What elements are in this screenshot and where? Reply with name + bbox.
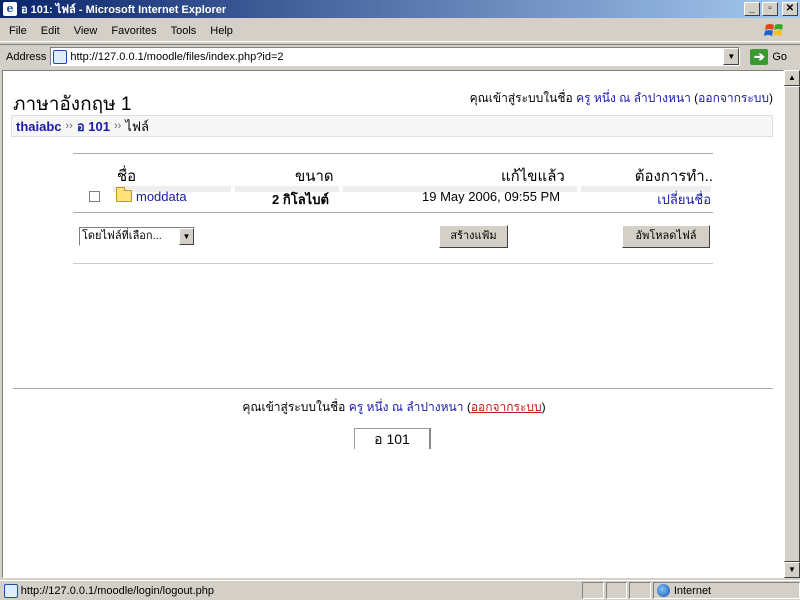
address-url[interactable]: http://127.0.0.1/moodle/files/index.php?…: [70, 51, 283, 63]
file-name-link[interactable]: moddata: [136, 189, 187, 204]
status-cell: [581, 582, 604, 599]
go-arrow-icon: ➔: [750, 48, 769, 65]
logout-link[interactable]: ออกจากระบบ: [471, 400, 542, 414]
menu-edit[interactable]: Edit: [34, 20, 67, 42]
user-link[interactable]: ครู หนึ่ง ณ ลำปางหนา: [349, 400, 464, 414]
paren-close: ): [769, 91, 773, 105]
window-title: อ 101: ไฟล์ - Microsoft Internet Explore…: [21, 4, 227, 16]
menu-tools[interactable]: Tools: [164, 20, 204, 42]
selected-files-select[interactable]: โดยไฟล์ที่เลือก... ▼: [79, 227, 195, 246]
row-checkbox[interactable]: [89, 191, 100, 202]
breadcrumb-course[interactable]: อ 101: [77, 116, 110, 137]
footer-divider: [13, 388, 773, 389]
breadcrumb-sep: ››: [113, 120, 122, 132]
status-text: http://127.0.0.1/moodle/login/logout.php: [20, 584, 215, 597]
chevron-down-icon[interactable]: ▼: [179, 228, 194, 245]
course-home-link[interactable]: อ 101: [354, 428, 431, 449]
breadcrumb: thaiabc ›› อ 101 ›› ไฟล์: [11, 115, 773, 137]
address-label: Address: [6, 50, 47, 63]
file-table: ชื่อ ขนาด แก้ไขแล้ว ต้องการทำ.. moddata …: [73, 153, 713, 264]
status-cell: [605, 582, 628, 599]
login-info-top: คุณเข้าสู่ระบบในชื่อ ครู หนึ่ง ณ ลำปางหน…: [470, 89, 773, 108]
table-row: moddata 2 กิโลไบต์ 19 May 2006, 09:55 PM…: [73, 182, 713, 210]
windows-logo-icon: [764, 24, 783, 36]
scroll-up-icon[interactable]: ▲: [784, 70, 800, 86]
address-bar: Address http://127.0.0.1/moodle/files/in…: [0, 44, 800, 68]
make-folder-button[interactable]: สร้างแฟ้ม: [439, 225, 508, 248]
breadcrumb-site[interactable]: thaiabc: [16, 119, 62, 134]
zone-label: Internet: [673, 584, 712, 597]
page-icon: [4, 583, 18, 598]
login-prefix: คุณเข้าสู่ระบบในชื่อ: [242, 400, 346, 414]
menu-view[interactable]: View: [67, 20, 105, 42]
globe-icon: [656, 584, 670, 597]
close-button[interactable]: ✕: [782, 2, 798, 16]
address-input[interactable]: http://127.0.0.1/moodle/files/index.php?…: [50, 47, 741, 66]
title-bar[interactable]: e อ 101: ไฟล์ - Microsoft Internet Explo…: [0, 0, 800, 18]
user-link[interactable]: ครู หนึ่ง ณ ลำปางหนา: [576, 91, 691, 105]
menu-bar: File Edit View Favorites Tools Help: [0, 20, 800, 42]
status-bar: http://127.0.0.1/moodle/login/logout.php…: [0, 580, 800, 600]
logout-link[interactable]: ออกจากระบบ: [698, 91, 769, 105]
page-content: ภาษาอังกฤษ 1 คุณเข้าสู่ระบบในชื่อ ครู หน…: [2, 70, 784, 578]
login-info-bottom: คุณเข้าสู่ระบบในชื่อ ครู หนึ่ง ณ ลำปางหน…: [3, 398, 783, 417]
menu-help[interactable]: Help: [203, 20, 240, 42]
login-prefix: คุณเข้าสู่ระบบในชื่อ: [469, 91, 573, 105]
file-size: 2 กิโลไบต์: [272, 192, 329, 207]
scroll-thumb[interactable]: [784, 86, 800, 562]
paren-close: ): [541, 400, 546, 414]
menu-favorites[interactable]: Favorites: [104, 20, 163, 42]
security-zone: Internet: [652, 582, 800, 599]
go-button[interactable]: ➔ Go: [750, 48, 788, 65]
go-label: Go: [772, 50, 788, 63]
table-header-row: ชื่อ ขนาด แก้ไขแล้ว ต้องการทำ..: [73, 154, 713, 192]
status-cell: [629, 582, 651, 599]
breadcrumb-sep: ››: [65, 120, 73, 132]
folder-icon: [116, 187, 132, 202]
maximize-button[interactable]: ▫: [762, 2, 778, 16]
select-value: โดยไฟล์ที่เลือก...: [82, 230, 162, 242]
page-icon: [53, 49, 68, 64]
ie-icon: e: [3, 2, 17, 16]
address-dropdown-icon[interactable]: ▼: [723, 48, 740, 65]
scroll-down-icon[interactable]: ▼: [784, 562, 800, 578]
rename-link[interactable]: เปลี่ยนชื่อ: [657, 189, 711, 210]
breadcrumb-files: ไฟล์: [125, 118, 149, 134]
vertical-scrollbar[interactable]: ▲ ▼: [784, 70, 800, 578]
upload-file-button[interactable]: อัพโหลดไฟล์: [622, 225, 710, 248]
minimize-button[interactable]: _: [744, 2, 760, 16]
file-controls: โดยไฟล์ที่เลือก... ▼ สร้างแฟ้ม อัพโหลดไฟ…: [73, 213, 713, 263]
menu-file[interactable]: File: [0, 20, 34, 42]
file-modified: 19 May 2006, 09:55 PM: [422, 189, 561, 204]
